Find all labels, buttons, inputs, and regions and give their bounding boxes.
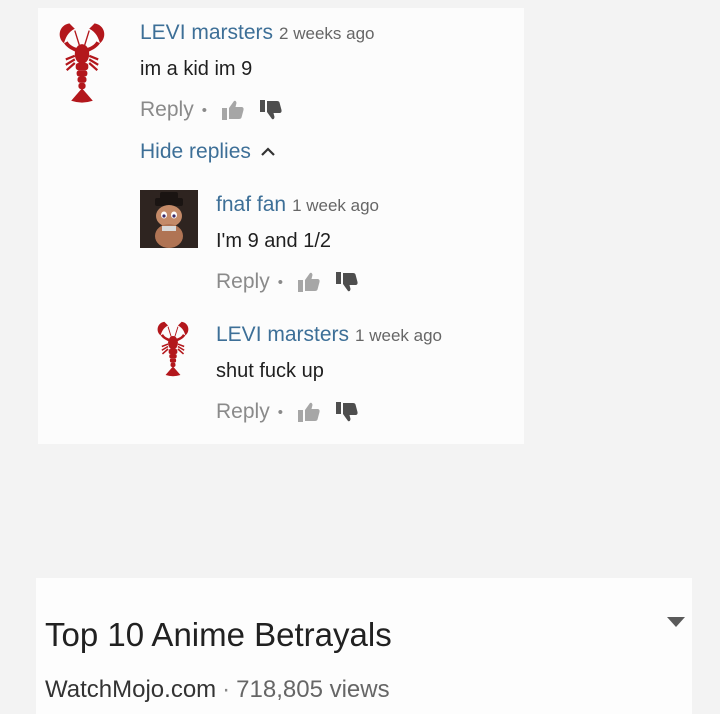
separator-dot: • xyxy=(201,101,207,119)
dropdown-arrow-icon[interactable] xyxy=(666,616,686,628)
separator-dot: • xyxy=(277,403,283,421)
reply-comment: LEVI marsters 1 week ago shut fuck up Rep… xyxy=(38,310,524,440)
reply-button[interactable]: Reply xyxy=(140,98,194,122)
video-info-card: Top 10 Anime Betrayals WatchMojo.com · 718… xyxy=(36,578,692,714)
comment-thread: LEVI marsters 2 weeks ago im a kid im 9 R… xyxy=(38,8,524,138)
channel-name[interactable]: WatchMojo.com xyxy=(45,676,216,703)
lobster-icon[interactable] xyxy=(54,18,110,108)
comment-author[interactable]: LEVI marsters xyxy=(216,323,349,346)
meta-separator: · xyxy=(222,676,231,703)
cartoon-character-avatar[interactable] xyxy=(140,190,198,248)
video-meta: WatchMojo.com · 718,805 views xyxy=(45,676,390,704)
separator-dot: • xyxy=(277,273,283,291)
comment-timestamp[interactable]: 1 week ago xyxy=(292,196,379,215)
thumbs-down-icon[interactable] xyxy=(335,401,359,423)
lobster-icon[interactable] xyxy=(154,318,192,380)
video-title[interactable]: Top 10 Anime Betrayals xyxy=(45,616,392,654)
thumbs-down-icon[interactable] xyxy=(259,99,283,121)
hide-replies-label: Hide replies xyxy=(140,140,251,163)
reply-button[interactable]: Reply xyxy=(216,270,270,294)
reply-button[interactable]: Reply xyxy=(216,400,270,424)
thumbs-up-icon[interactable] xyxy=(297,401,321,423)
comment-text: shut fuck up xyxy=(216,360,324,382)
reply-comment: fnaf fan 1 week ago I'm 9 and 1/2 Reply • xyxy=(38,180,524,310)
comment-text: I'm 9 and 1/2 xyxy=(216,230,331,252)
thumbs-up-icon[interactable] xyxy=(297,271,321,293)
comment-timestamp[interactable]: 2 weeks ago xyxy=(279,24,374,43)
thumbs-down-icon[interactable] xyxy=(335,271,359,293)
thumbs-up-icon[interactable] xyxy=(221,99,245,121)
comment-timestamp[interactable]: 1 week ago xyxy=(355,326,442,345)
comments-panel: LEVI marsters 2 weeks ago im a kid im 9 R… xyxy=(38,8,524,444)
comment-text: im a kid im 9 xyxy=(140,58,253,80)
comment-author[interactable]: fnaf fan xyxy=(216,193,286,216)
hide-replies-button[interactable]: Hide replies xyxy=(140,140,275,164)
chevron-up-icon xyxy=(261,147,275,156)
comment-author[interactable]: LEVI marsters xyxy=(140,21,273,44)
view-count: 718,805 views xyxy=(236,676,390,703)
